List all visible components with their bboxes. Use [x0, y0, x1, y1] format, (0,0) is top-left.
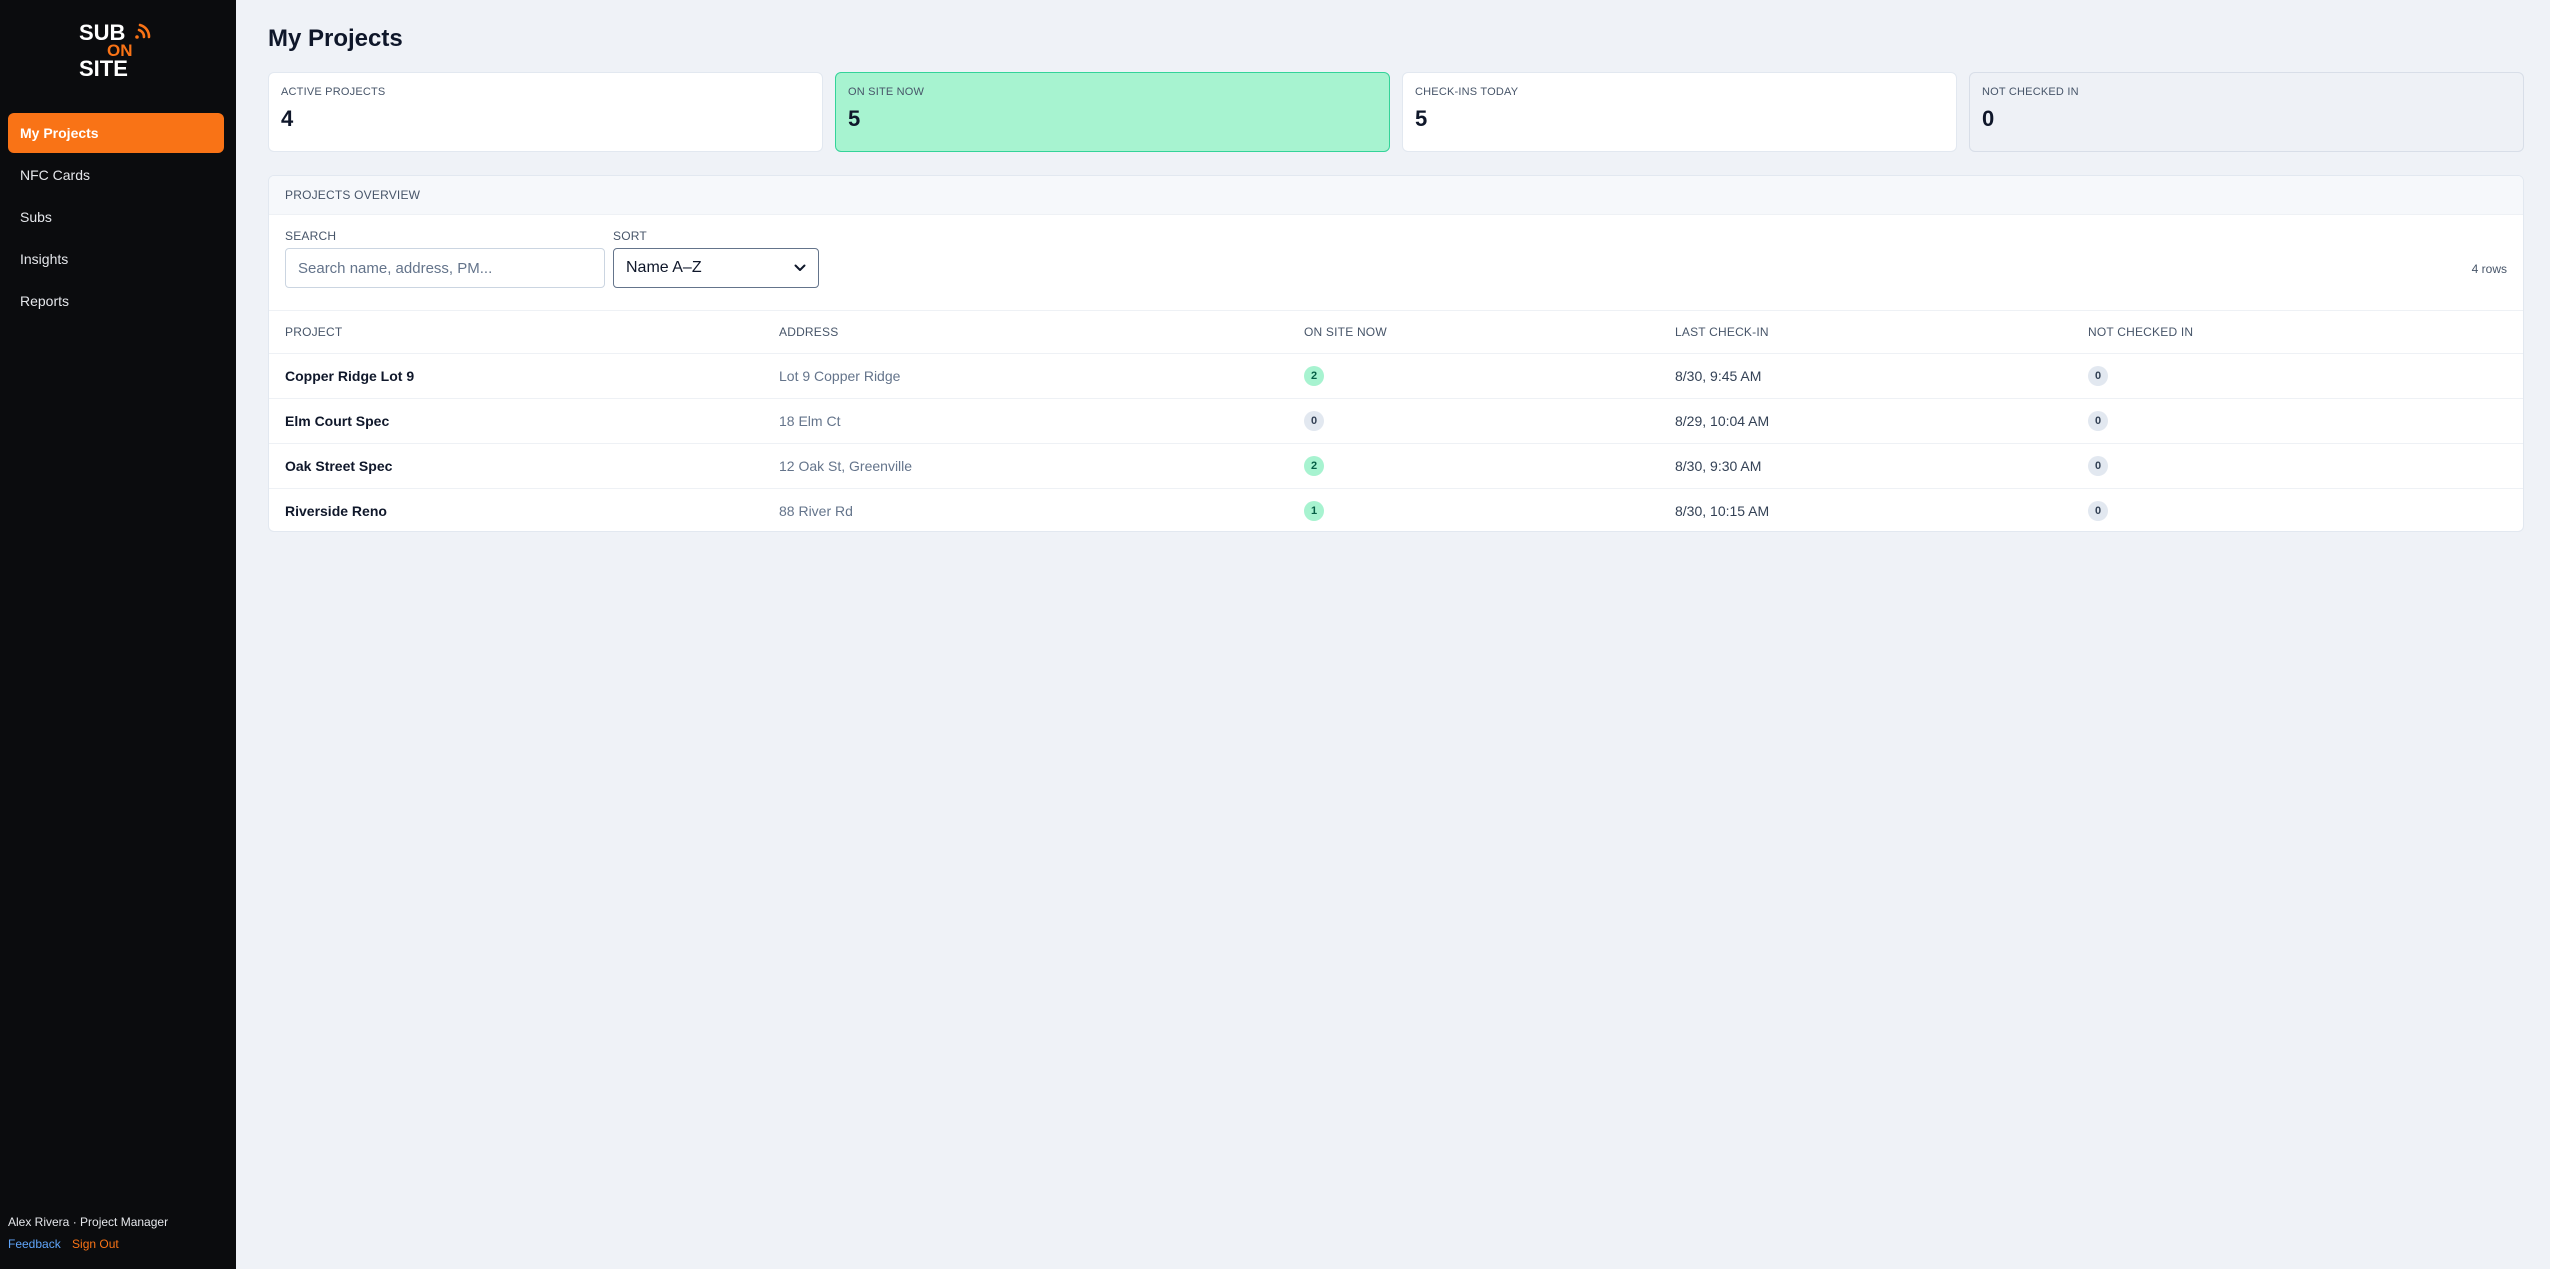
not-checked-in-cell: 0	[2088, 353, 2523, 399]
sidebar-nav: My Projects NFC Cards Subs Insights Repo…	[8, 113, 224, 323]
last-check-in: 8/30, 10:15 AM	[1675, 502, 1770, 519]
stat-value: 0	[1982, 106, 1995, 131]
table-row[interactable]: Riverside Reno 88 River Rd 1 8/30, 10:15…	[269, 488, 2523, 531]
last-check-in: 8/29, 10:04 AM	[1675, 398, 2088, 444]
chevron-down-icon	[794, 264, 806, 271]
sidebar-item-reports[interactable]: Reports	[8, 281, 224, 321]
sign-out-link[interactable]: Sign Out	[72, 1237, 119, 1251]
panel-title: PROJECTS OVERVIEW	[269, 176, 2523, 215]
not-checked-in-cell: 0	[2088, 443, 2523, 489]
on-site-cell: 1	[1304, 488, 1675, 531]
column-header-on-site-now[interactable]: ON SITE NOW	[1304, 311, 1675, 354]
sidebar-item-label: Reports	[20, 293, 70, 309]
stats-row: ACTIVE PROJECTS 4 ON SITE NOW 5 CHECK-IN…	[268, 72, 2524, 152]
sub-on-site-logo: SUB ON SITE	[79, 20, 151, 78]
project-name[interactable]: Oak Street Spec	[269, 443, 779, 489]
stat-card-check-ins-today: CHECK-INS TODAY 5	[1402, 72, 1957, 152]
stat-value: 4	[281, 106, 294, 131]
not-checked-in-badge: 0	[2088, 365, 2108, 386]
on-site-cell: 0	[1304, 398, 1675, 444]
stat-label: ACTIVE PROJECTS	[281, 86, 386, 98]
column-header-project[interactable]: PROJECT	[269, 311, 779, 354]
projects-overview-panel: PROJECTS OVERVIEW SEARCH SORT Name A–Z 4…	[268, 175, 2524, 532]
sort-selected-value: Name A–Z	[626, 259, 702, 276]
project-address: 88 River Rd	[779, 502, 853, 519]
logo[interactable]: SUB ON SITE	[0, 20, 236, 80]
stat-label: CHECK-INS TODAY	[1415, 86, 1519, 98]
not-checked-in-badge: 0	[2088, 500, 2108, 521]
sidebar-item-label: NFC Cards	[20, 167, 91, 183]
projects-table: PROJECT ADDRESS ON SITE NOW LAST CHECK-I…	[269, 311, 2523, 531]
stat-value: 5	[1415, 106, 1428, 131]
project-address: 12 Oak St, Greenville	[779, 443, 1304, 489]
sidebar-item-label: Subs	[20, 209, 52, 225]
project-address: 18 Elm Ct	[779, 398, 1304, 444]
search-label: SEARCH	[285, 229, 337, 243]
on-site-cell: 2	[1304, 353, 1675, 399]
last-check-in: 8/30, 9:45 AM	[1675, 353, 2088, 399]
sidebar-item-nfc-cards[interactable]: NFC Cards	[8, 155, 224, 195]
not-checked-in-cell: 0	[2088, 398, 2523, 444]
table-row[interactable]: Oak Street Spec 12 Oak St, Greenville 2 …	[269, 443, 2523, 489]
stat-label: NOT CHECKED IN	[1982, 86, 2079, 98]
sidebar-item-label: Insights	[20, 251, 69, 267]
stat-card-on-site-now: ON SITE NOW 5	[835, 72, 1390, 152]
search-input[interactable]	[285, 248, 605, 288]
sidebar-footer: Alex Rivera · Project Manager Feedback S…	[8, 1215, 168, 1251]
sidebar-item-subs[interactable]: Subs	[8, 197, 224, 237]
sidebar-item-insights[interactable]: Insights	[8, 239, 224, 279]
not-checked-in-badge: 0	[2088, 410, 2108, 431]
on-site-badge: 1	[1304, 500, 1324, 521]
filters-bar: SEARCH SORT Name A–Z 4 rows	[269, 215, 2523, 311]
last-check-in: 8/30, 9:30 AM	[1675, 443, 2088, 489]
table-header-row: PROJECT ADDRESS ON SITE NOW LAST CHECK-I…	[269, 311, 2523, 354]
page-title: My Projects	[268, 25, 403, 52]
not-checked-in-cell: 0	[2088, 488, 2523, 531]
on-site-cell: 2	[1304, 443, 1675, 489]
sort-label: SORT	[613, 229, 647, 243]
table-row[interactable]: Copper Ridge Lot 9 Lot 9 Copper Ridge 2 …	[269, 353, 2523, 399]
main-content: My Projects ACTIVE PROJECTS 4 ON SITE NO…	[236, 0, 2550, 1269]
sidebar-item-label: My Projects	[20, 125, 99, 141]
logo-line-3: SITE	[79, 56, 128, 78]
column-header-not-checked-in[interactable]: NOT CHECKED IN	[2088, 311, 2523, 354]
stat-card-active-projects: ACTIVE PROJECTS 4	[268, 72, 823, 152]
on-site-badge: 2	[1304, 455, 1324, 476]
not-checked-in-badge: 0	[2088, 455, 2108, 476]
stat-value: 5	[848, 106, 861, 131]
sort-select[interactable]: Name A–Z	[613, 248, 819, 288]
on-site-badge: 2	[1304, 365, 1324, 386]
on-site-badge: 0	[1304, 410, 1324, 431]
project-name[interactable]: Copper Ridge Lot 9	[269, 353, 779, 399]
project-address: Lot 9 Copper Ridge	[779, 353, 1304, 399]
project-name[interactable]: Elm Court Spec	[269, 398, 779, 444]
current-user: Alex Rivera · Project Manager	[8, 1215, 169, 1229]
stat-label: ON SITE NOW	[848, 86, 925, 98]
table-row[interactable]: Elm Court Spec 18 Elm Ct 0 8/29, 10:04 A…	[269, 398, 2523, 444]
project-name[interactable]: Riverside Reno	[269, 488, 779, 531]
sidebar: SUB ON SITE My Projects NFC Cards Subs I…	[0, 0, 236, 1269]
column-header-address[interactable]: ADDRESS	[779, 311, 1304, 354]
sidebar-item-my-projects[interactable]: My Projects	[8, 113, 224, 153]
stat-card-not-checked-in: NOT CHECKED IN 0	[1969, 72, 2524, 152]
row-count: 4 rows	[2471, 262, 2507, 276]
column-header-last-check-in[interactable]: LAST CHECK-IN	[1675, 311, 2088, 354]
feedback-link[interactable]: Feedback	[8, 1237, 61, 1251]
signal-icon	[135, 23, 151, 39]
